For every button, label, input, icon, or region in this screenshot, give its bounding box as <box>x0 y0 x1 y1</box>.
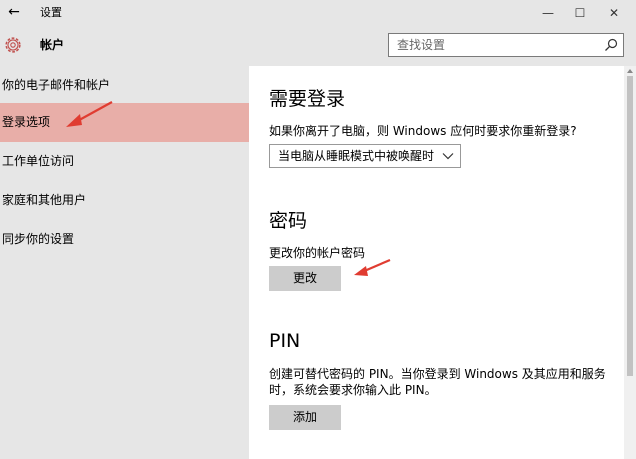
pin-description-line-1: 创建可替代密码的 PIN。当你登录到 Windows 及其应用和服务 <box>269 367 606 381</box>
sidebar-item-email-accounts[interactable]: 你的电子邮件和帐户 <box>0 66 249 105</box>
minimize-button[interactable]: — <box>530 0 566 26</box>
dropdown-selected-value: 当电脑从睡眠模式中被唤醒时 <box>278 149 435 163</box>
sidebar-item-sync-settings[interactable]: 同步你的设置 <box>0 220 249 259</box>
sidebar-item-sign-in-options[interactable]: 登录选项 <box>0 103 249 142</box>
sidebar: 你的电子邮件和帐户 登录选项 工作单位访问 家庭和其他用户 同步你的设置 <box>0 66 249 459</box>
pin-description: 创建可替代密码的 PIN。当你登录到 Windows 及其应用和服务 时，系统会… <box>269 366 614 398</box>
search-box[interactable] <box>388 33 624 57</box>
chevron-down-icon <box>442 153 454 160</box>
sidebar-item-work-access[interactable]: 工作单位访问 <box>0 142 249 181</box>
window-title: 设置 <box>40 6 62 19</box>
scroll-thumb[interactable] <box>627 76 633 376</box>
password-label: 更改你的帐户密码 <box>269 246 366 260</box>
password-heading: 密码 <box>269 210 308 232</box>
page-title: 帐户 <box>40 38 65 52</box>
sidebar-item-family-other-users[interactable]: 家庭和其他用户 <box>0 181 249 220</box>
pin-heading: PIN <box>269 330 301 352</box>
scroll-up-arrow-icon[interactable] <box>627 68 633 74</box>
page-header: 帐户 <box>0 26 636 66</box>
maximize-button[interactable]: ☐ <box>562 0 598 26</box>
main-content: 需要登录 如果你离开了电脑，则 Windows 应何时要求你重新登录? 当电脑从… <box>249 66 624 459</box>
require-signin-heading: 需要登录 <box>269 88 346 110</box>
add-pin-button[interactable]: 添加 <box>269 405 341 430</box>
change-password-button[interactable]: 更改 <box>269 266 341 291</box>
require-signin-question: 如果你离开了电脑，则 Windows 应何时要求你重新登录? <box>269 124 577 138</box>
back-button[interactable]: ← <box>4 2 24 22</box>
search-input[interactable] <box>389 34 599 56</box>
scrollbar[interactable] <box>624 66 636 459</box>
title-bar: ← 设置 — ☐ ✕ <box>0 0 636 26</box>
search-icon[interactable] <box>603 37 619 53</box>
gear-icon <box>5 37 21 53</box>
pin-description-line-2: 时，系统会要求你输入此 PIN。 <box>269 383 437 397</box>
close-button[interactable]: ✕ <box>596 0 632 26</box>
require-signin-dropdown[interactable]: 当电脑从睡眠模式中被唤醒时 <box>269 144 461 168</box>
